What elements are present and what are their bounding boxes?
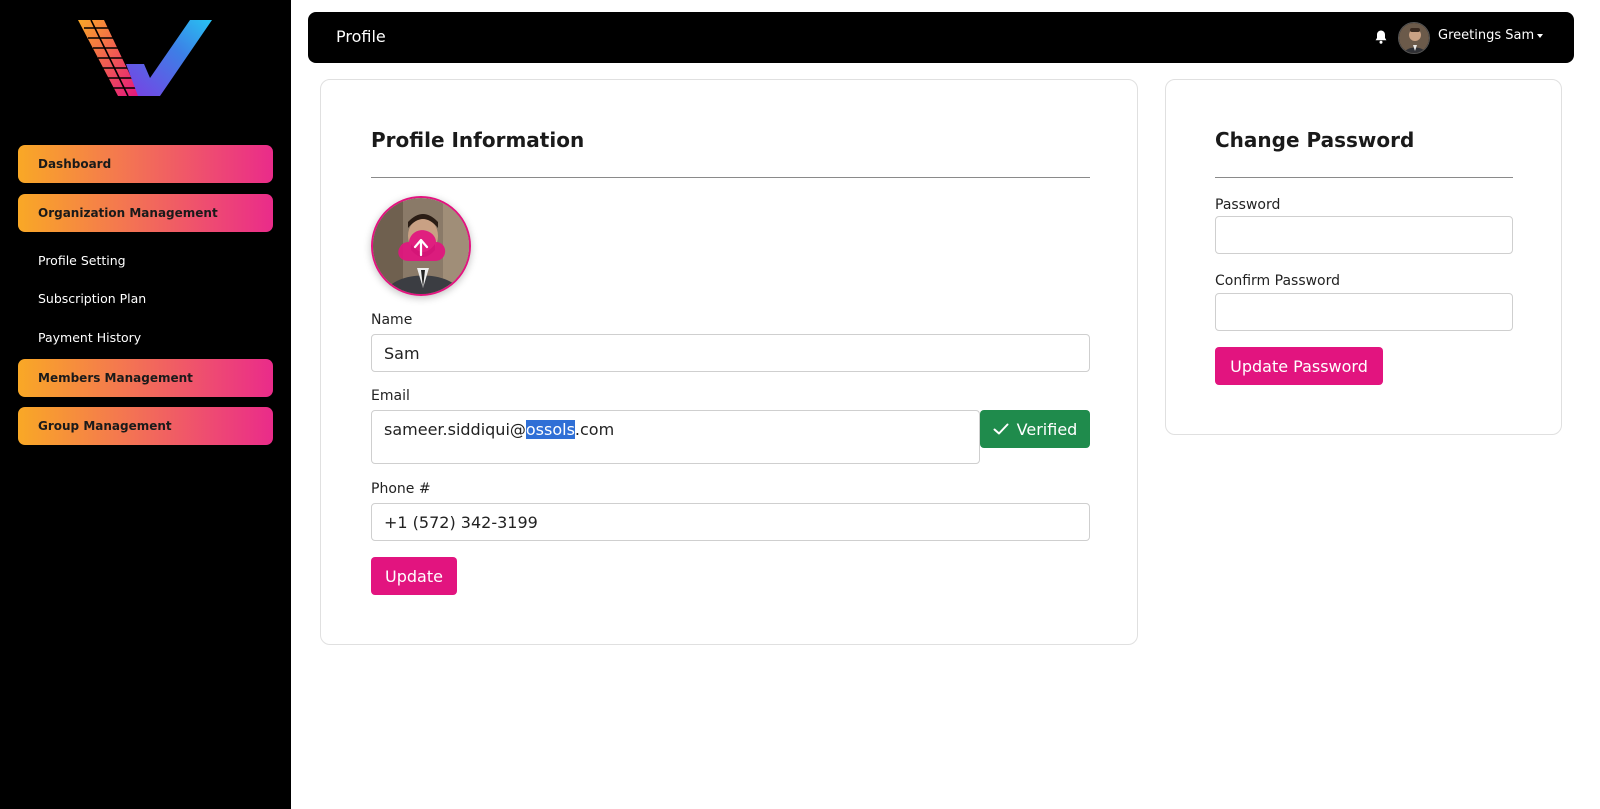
sidebar: Dashboard Organization Management Profil… [0,0,291,809]
sidebar-item-subscription-plan[interactable]: Subscription Plan [38,291,146,306]
phone-input[interactable] [371,503,1090,541]
phone-label: Phone # [371,481,431,497]
change-password-title: Change Password [1215,128,1415,152]
email-value: sameer.siddiqui@ossols.com [384,420,614,439]
sidebar-item-group-management[interactable]: Group Management [18,407,273,445]
password-input[interactable] [1215,216,1513,254]
confirm-password-label: Confirm Password [1215,273,1341,289]
divider [371,177,1090,178]
update-button[interactable]: Update [371,557,457,595]
check-icon [993,423,1009,435]
page-title: Profile [336,27,386,46]
bell-icon[interactable] [1373,29,1389,45]
update-password-button[interactable]: Update Password [1215,347,1383,385]
upload-photo-icon[interactable] [395,225,447,263]
email-prefix: sameer.siddiqui@ [384,420,526,439]
top-header: Profile Greetings Sam [308,12,1574,63]
email-selected-text: ossols [525,420,575,439]
verified-label: Verified [1016,419,1078,439]
email-suffix: .com [574,420,615,439]
email-input[interactable]: sameer.siddiqui@ossols.com [371,410,980,464]
sidebar-item-organization-management[interactable]: Organization Management [18,194,273,232]
email-label: Email [371,388,410,404]
sidebar-item-payment-history[interactable]: Payment History [38,330,141,345]
greeting-text: Greetings Sam [1438,28,1535,43]
divider [1215,177,1513,178]
user-greeting-dropdown[interactable]: Greetings Sam [1438,28,1544,43]
verified-badge: Verified [980,410,1090,448]
chevron-down-icon [1537,33,1544,38]
sidebar-item-dashboard[interactable]: Dashboard [18,145,273,183]
name-label: Name [371,312,413,328]
sidebar-item-members-management[interactable]: Members Management [18,359,273,397]
app-logo [78,19,212,97]
profile-information-title: Profile Information [371,128,585,152]
sidebar-item-profile-setting[interactable]: Profile Setting [38,253,126,268]
confirm-password-input[interactable] [1215,293,1513,331]
user-avatar[interactable] [1398,22,1430,54]
name-input[interactable] [371,334,1090,372]
password-label: Password [1215,197,1281,213]
